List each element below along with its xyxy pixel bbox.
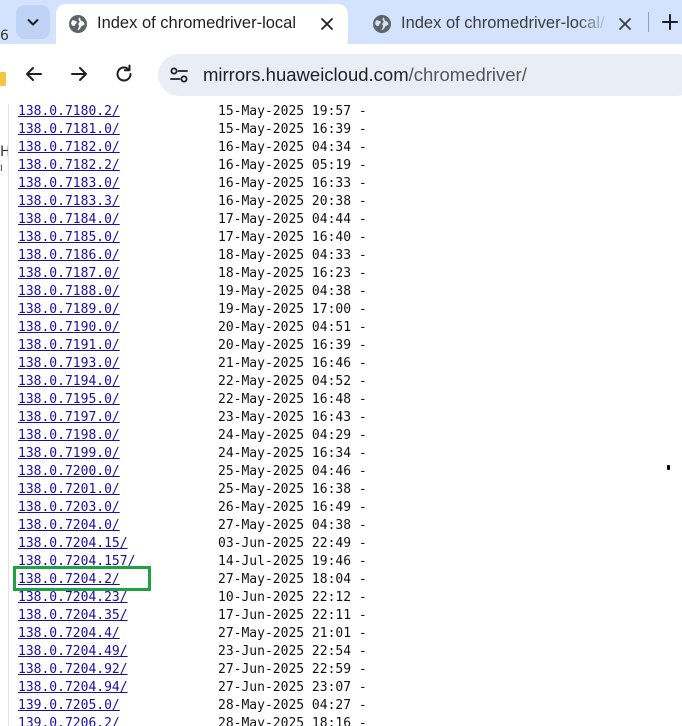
directory-link[interactable]: 138.0.7180.2/	[18, 104, 120, 121]
reload-icon[interactable]	[113, 63, 135, 85]
directory-link[interactable]: 138.0.7199.0/	[18, 445, 120, 463]
directory-link[interactable]: 138.0.7184.0/	[18, 211, 120, 229]
url-text[interactable]: mirrors.huaweicloud.com/chromedriver/	[203, 54, 527, 96]
tab-title: Index of chromedriver-local/	[401, 14, 605, 32]
directory-link[interactable]: 138.0.7190.0/	[18, 319, 120, 337]
directory-link[interactable]: 138.0.7204.2/	[18, 571, 120, 589]
modified-date: 20-May-2025 16:39 -	[218, 338, 367, 353]
directory-link[interactable]: 138.0.7204.0/	[18, 517, 120, 535]
directory-link[interactable]: 138.0.7203.0/	[18, 499, 120, 517]
url-host: mirrors.huaweicloud.com	[203, 64, 409, 85]
modified-date: 27-Jun-2025 22:59 -	[218, 662, 367, 677]
modified-date: 03-Jun-2025 22:49 -	[218, 536, 367, 551]
directory-link[interactable]: 138.0.7204.23/	[18, 589, 128, 607]
directory-link[interactable]: 138.0.7187.0/	[18, 265, 120, 283]
directory-link[interactable]: 139.0.7205.0/	[18, 697, 120, 715]
modified-date: 18-May-2025 04:33 -	[218, 248, 367, 263]
directory-link[interactable]: 138.0.7195.0/	[18, 391, 120, 409]
modified-date: 27-May-2025 21:01 -	[218, 626, 367, 641]
modified-date: 27-May-2025 18:04 -	[218, 572, 367, 587]
directory-link[interactable]: 138.0.7182.2/	[18, 157, 120, 175]
modified-date: 25-May-2025 16:38 -	[218, 482, 367, 497]
back-arrow-icon[interactable]	[23, 63, 45, 85]
cursor-speck	[667, 465, 670, 470]
chevron-down-icon	[27, 19, 39, 26]
modified-date: 19-May-2025 04:38 -	[218, 284, 367, 299]
page-content: 138.0.7180.2/15-May-2025 19:57 - 138.0.71…	[8, 104, 682, 726]
modified-date: 15-May-2025 19:57 -	[218, 104, 367, 119]
browser-toolbar: mirrors.huaweicloud.com/chromedriver/	[0, 44, 682, 104]
modified-date: 17-Jun-2025 22:11 -	[218, 608, 367, 623]
background-window-edge: 6 H I	[0, 24, 8, 184]
modified-date: 28-May-2025 04:27 -	[218, 698, 367, 713]
modified-date: 17-May-2025 16:40 -	[218, 230, 367, 245]
directory-link[interactable]: 138.0.7204.92/	[18, 661, 128, 679]
modified-date: 22-May-2025 04:52 -	[218, 374, 367, 389]
directory-link[interactable]: 138.0.7204.94/	[18, 679, 128, 697]
modified-date: 25-May-2025 04:46 -	[218, 464, 367, 479]
directory-link[interactable]: 138.0.7198.0/	[18, 427, 120, 445]
modified-date: 19-May-2025 17:00 -	[218, 302, 367, 317]
close-icon[interactable]	[318, 15, 336, 33]
modified-date: 20-May-2025 04:51 -	[218, 320, 367, 335]
directory-link[interactable]: 138.0.7188.0/	[18, 283, 120, 301]
background-text: H	[0, 144, 8, 160]
close-icon[interactable]	[616, 15, 634, 33]
directory-link[interactable]: 138.0.7204.49/	[18, 643, 128, 661]
directory-link[interactable]: 138.0.7185.0/	[18, 229, 120, 247]
directory-link[interactable]: 138.0.7183.0/	[18, 175, 120, 193]
modified-date: 17-May-2025 04:44 -	[218, 212, 367, 227]
directory-link[interactable]: 138.0.7204.4/	[18, 625, 120, 643]
directory-link[interactable]: 138.0.7186.0/	[18, 247, 120, 265]
directory-link[interactable]: 138.0.7200.0/	[18, 463, 120, 481]
directory-link[interactable]: 138.0.7197.0/	[18, 409, 120, 427]
modified-date: 22-May-2025 16:48 -	[218, 392, 367, 407]
modified-date: 18-May-2025 16:23 -	[218, 266, 367, 281]
tab-inactive[interactable]: Index of chromedriver-local/	[360, 4, 642, 44]
modified-date: 10-Jun-2025 22:12 -	[218, 590, 367, 605]
modified-date: 23-Jun-2025 22:54 -	[218, 644, 367, 659]
tab-search-button[interactable]	[16, 5, 50, 39]
modified-date: 27-May-2025 04:38 -	[218, 518, 367, 533]
modified-date: 16-May-2025 20:38 -	[218, 194, 367, 209]
modified-date: 16-May-2025 04:34 -	[218, 140, 367, 155]
globe-icon	[69, 15, 87, 33]
modified-date: 23-May-2025 16:43 -	[218, 410, 367, 425]
directory-link[interactable]: 138.0.7204.157/	[18, 553, 135, 571]
modified-date: 28-May-2025 18:16 -	[218, 716, 367, 726]
modified-date: 15-May-2025 16:39 -	[218, 122, 367, 137]
modified-date: 24-May-2025 04:29 -	[218, 428, 367, 443]
directory-link[interactable]: 138.0.7181.0/	[18, 121, 120, 139]
modified-date: 26-May-2025 16:49 -	[218, 500, 367, 515]
directory-link[interactable]: 139.0.7206.2/	[18, 715, 120, 726]
directory-link[interactable]: 138.0.7204.35/	[18, 607, 128, 625]
directory-link[interactable]: 138.0.7189.0/	[18, 301, 120, 319]
background-text: 6	[0, 28, 8, 44]
modified-date: 24-May-2025 16:34 -	[218, 446, 367, 461]
address-bar[interactable]: mirrors.huaweicloud.com/chromedriver/	[158, 54, 682, 96]
globe-icon	[373, 15, 391, 33]
folder-icon	[0, 72, 6, 86]
directory-link[interactable]: 138.0.7201.0/	[18, 481, 120, 499]
modified-date: 14-Jul-2025 19:46 -	[218, 554, 367, 569]
directory-link[interactable]: 138.0.7194.0/	[18, 373, 120, 391]
directory-link[interactable]: 138.0.7183.3/	[18, 193, 120, 211]
tab-active[interactable]: Index of chromedriver-local	[56, 4, 348, 44]
new-tab-icon[interactable]	[660, 12, 680, 32]
url-path: /chromedriver/	[408, 64, 527, 85]
directory-link[interactable]: 138.0.7182.0/	[18, 139, 120, 157]
background-text: I	[0, 164, 3, 174]
modified-date: 16-May-2025 16:33 -	[218, 176, 367, 191]
directory-link[interactable]: 138.0.7193.0/	[18, 355, 120, 373]
tab-divider	[648, 12, 649, 32]
directory-link[interactable]: 138.0.7204.15/	[18, 535, 128, 553]
forward-arrow-icon[interactable]	[68, 63, 90, 85]
tab-title: Index of chromedriver-local	[97, 14, 296, 32]
tab-strip: Index of chromedriver-local Index of chr…	[0, 0, 682, 44]
site-info-icon[interactable]	[168, 64, 190, 86]
modified-date: 16-May-2025 05:19 -	[218, 158, 367, 173]
directory-link[interactable]: 138.0.7191.0/	[18, 337, 120, 355]
modified-date: 27-Jun-2025 23:07 -	[218, 680, 367, 695]
modified-date: 21-May-2025 16:46 -	[218, 356, 367, 371]
